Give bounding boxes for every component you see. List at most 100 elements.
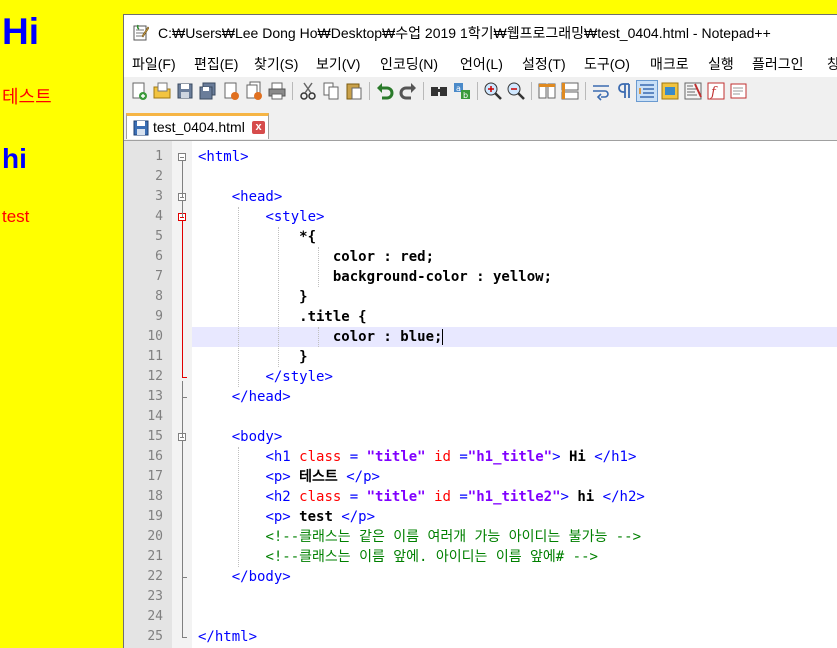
code-text: <head>: [198, 187, 283, 207]
code-line[interactable]: 17 <p> 테스트 </p>: [124, 467, 837, 487]
code-token: color : red;: [198, 249, 435, 265]
code-text: color : blue;: [198, 327, 444, 347]
menu-plugins[interactable]: 플러그인: [752, 56, 804, 72]
folder-workspace-icon[interactable]: [729, 81, 749, 101]
code-line[interactable]: 25 </html>: [124, 627, 837, 647]
indent-guide: [278, 227, 279, 367]
code-line[interactable]: 16 <h1 class = "title" id ="h1_title"> H…: [124, 447, 837, 467]
find-icon[interactable]: [429, 81, 449, 101]
zoom-in-icon[interactable]: [483, 81, 503, 101]
line-number: 14: [147, 409, 163, 424]
code-token: <p>: [265, 469, 291, 485]
menu-language[interactable]: 언어(L): [460, 56, 503, 72]
code-token: <!--클래스는 같은 이름 여러개 가능 아이디는 불가능 -->: [265, 529, 642, 545]
menu-edit[interactable]: 편집(E): [194, 56, 238, 72]
fold-toggle-icon[interactable]: [178, 153, 186, 161]
menu-view[interactable]: 보기(V): [316, 56, 360, 72]
tab-close-button[interactable]: x: [252, 121, 265, 134]
code-line[interactable]: 19 <p> test </p>: [124, 507, 837, 527]
menu-window[interactable]: 창: [827, 56, 837, 72]
menu-bar: 파일(F) 편집(E) 찾기(S) 보기(V) 인코딩(N) 언어(L) 설정(…: [124, 51, 837, 77]
fold-line: [182, 441, 183, 637]
code-line[interactable]: 4 <style>: [124, 207, 837, 227]
code-line[interactable]: 6 color : red;: [124, 247, 837, 267]
indent-guide: [238, 207, 239, 387]
line-number: 5: [155, 229, 163, 244]
menu-run[interactable]: 실행: [708, 56, 734, 72]
code-token: </p>: [346, 469, 380, 485]
code-line[interactable]: 13 </head>: [124, 387, 837, 407]
code-line[interactable]: 23: [124, 587, 837, 607]
code-token: <h2: [265, 489, 300, 505]
code-line[interactable]: 10 color : blue;: [124, 327, 837, 347]
code-editor[interactable]: 1 <html> 2 3 <head> 4 <style> 5 *{6 color : r…: [124, 141, 837, 648]
close-all-icon[interactable]: [244, 81, 264, 101]
code-text: }: [198, 347, 307, 367]
menu-tools[interactable]: 도구(O): [584, 56, 630, 72]
doc-map-icon[interactable]: [683, 81, 703, 101]
indent-guide: [318, 327, 319, 347]
code-token: <html>: [198, 149, 249, 165]
code-token: class: [299, 489, 342, 505]
code-line[interactable]: 9 .title {: [124, 307, 837, 327]
line-number: 18: [147, 489, 163, 504]
code-token: class: [299, 449, 342, 465]
code-line[interactable]: 7 background-color : yellow;: [124, 267, 837, 287]
indent-guide-icon[interactable]: [636, 80, 658, 102]
undo-icon[interactable]: [375, 81, 395, 101]
new-file-icon[interactable]: [129, 81, 149, 101]
zoom-out-icon[interactable]: [506, 81, 526, 101]
print-icon[interactable]: [267, 81, 287, 101]
menu-search[interactable]: 찾기(S): [254, 56, 298, 72]
cut-icon[interactable]: [298, 81, 318, 101]
save-icon[interactable]: [175, 81, 195, 101]
close-icon[interactable]: [221, 81, 241, 101]
line-number: 15: [147, 429, 163, 444]
redo-icon[interactable]: [398, 81, 418, 101]
code-text: *{: [198, 227, 316, 247]
code-line[interactable]: 14: [124, 407, 837, 427]
code-line[interactable]: 11 }: [124, 347, 837, 367]
tab-test-0404-html[interactable]: test_0404.html x: [126, 113, 269, 139]
code-text: .title {: [198, 307, 366, 327]
code-line[interactable]: 1 <html>: [124, 147, 837, 167]
sync-horizontal-icon[interactable]: [560, 81, 580, 101]
save-icon: [133, 120, 149, 136]
code-token: <head>: [231, 189, 283, 205]
indent-guide: [318, 247, 319, 287]
code-line[interactable]: 18 <h2 class = "title" id ="h1_title2"> …: [124, 487, 837, 507]
sync-vertical-icon[interactable]: [537, 81, 557, 101]
code-line[interactable]: 3 <head>: [124, 187, 837, 207]
menu-encoding[interactable]: 인코딩(N): [380, 56, 438, 72]
code-line[interactable]: 8 }: [124, 287, 837, 307]
code-text: </html>: [198, 627, 257, 647]
line-number: 24: [147, 609, 163, 624]
save-all-icon[interactable]: [198, 81, 218, 101]
title-bar[interactable]: C:₩Users₩Lee Dong Ho₩Desktop₩수업 2019 1학기…: [124, 15, 837, 51]
function-list-icon[interactable]: f: [706, 81, 726, 101]
code-line[interactable]: 24: [124, 607, 837, 627]
code-line[interactable]: 12 </style>: [124, 367, 837, 387]
code-line[interactable]: 2: [124, 167, 837, 187]
code-token: "h1_title": [467, 449, 553, 465]
replace-icon[interactable]: ab: [452, 81, 472, 101]
menu-settings[interactable]: 설정(T): [522, 56, 566, 72]
code-token: hi: [568, 489, 603, 505]
open-file-icon[interactable]: [152, 81, 172, 101]
menu-file[interactable]: 파일(F): [132, 56, 176, 72]
code-line[interactable]: 20 <!--클래스는 같은 이름 여러개 가능 아이디는 불가능 -->: [124, 527, 837, 547]
copy-icon[interactable]: [321, 81, 341, 101]
code-line[interactable]: 5 *{: [124, 227, 837, 247]
word-wrap-icon[interactable]: [591, 81, 611, 101]
menu-macro[interactable]: 매크로: [650, 56, 689, 72]
line-number: 25: [147, 629, 163, 644]
udl-icon[interactable]: [660, 81, 680, 101]
code-line[interactable]: 21 <!--클래스는 이름 앞에. 아이디는 이름 앞에# -->: [124, 547, 837, 567]
code-line[interactable]: 15 <body>: [124, 427, 837, 447]
code-line[interactable]: 22 </body>: [124, 567, 837, 587]
toolbar-separator: [477, 82, 478, 100]
paste-icon[interactable]: [344, 81, 364, 101]
show-all-chars-icon[interactable]: [614, 81, 634, 101]
